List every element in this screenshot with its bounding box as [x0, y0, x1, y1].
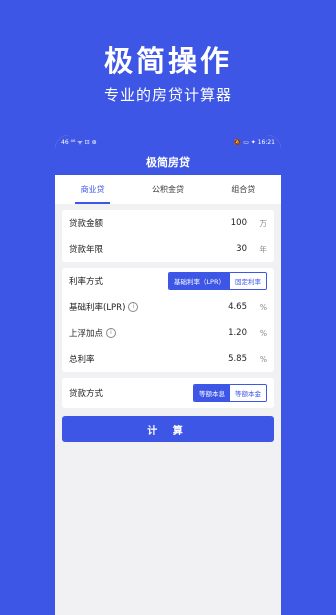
hero-subtitle: 专业的房贷计算器 [103, 86, 232, 104]
total-rate-row: 总利率 5.85 % [69, 346, 267, 372]
loan-amount-label: 贷款金额 [69, 219, 104, 229]
base-rate-row[interactable]: 基础利率(LPR) i 4.65 % [69, 294, 267, 320]
repay-mode-label: 贷款方式 [69, 389, 104, 399]
tab-provident[interactable]: 公积金贷 [130, 175, 205, 204]
calculate-button[interactable]: 计 算 [62, 416, 274, 442]
base-rate-value[interactable]: 4.65 [228, 302, 247, 312]
hero-title: 极简操作 [103, 44, 232, 78]
total-rate-label: 总利率 [69, 355, 95, 365]
app-title: 极简房贷 [55, 149, 281, 175]
repay-mode-toggle: 等额本息 等额本金 [193, 384, 267, 402]
status-right: 🔕 ▭ ✦ 16:21 [233, 138, 275, 146]
loan-amount-row[interactable]: 贷款金额 100 万 [69, 210, 267, 236]
tab-combined[interactable]: 组合贷 [206, 175, 281, 204]
rate-mode-fixed-button[interactable]: 固定利率 [230, 273, 266, 289]
rate-mode-row: 利率方式 基础利率（LPR） 固定利率 [69, 268, 267, 294]
base-rate-label: 基础利率(LPR) [69, 303, 126, 313]
base-rate-unit: % [259, 302, 267, 312]
rate-card: 利率方式 基础利率（LPR） 固定利率 基础利率(LPR) i 4.65 % 上… [62, 268, 274, 372]
total-rate-value: 5.85 [228, 354, 247, 364]
total-rate-unit: % [259, 354, 267, 364]
float-rate-unit: % [259, 328, 267, 338]
loan-type-tabs: 商业贷 公积金贷 组合贷 [55, 175, 281, 204]
tab-commercial[interactable]: 商业贷 [55, 175, 130, 204]
loan-years-input[interactable]: 30 [236, 244, 247, 254]
loan-years-label: 贷款年限 [69, 245, 104, 255]
phone-frame: 46 ⁴⁶ ᯤ ⊡ ⊛ 🔕 ▭ ✦ 16:21 极简房贷 商业贷 公积金贷 组合… [55, 135, 281, 615]
loan-years-unit: 年 [259, 244, 268, 254]
repay-equal-principal-button[interactable]: 等额本金 [230, 385, 266, 401]
info-icon[interactable]: i [106, 328, 117, 338]
float-rate-row[interactable]: 上浮加点 i 1.20 % [69, 320, 267, 346]
repay-equal-installment-button[interactable]: 等额本息 [194, 385, 230, 401]
status-left: 46 ⁴⁶ ᯤ ⊡ ⊛ [61, 139, 97, 146]
float-rate-value[interactable]: 1.20 [228, 328, 247, 338]
repay-mode-row: 贷款方式 等额本息 等额本金 [69, 378, 267, 408]
rate-mode-toggle: 基础利率（LPR） 固定利率 [167, 272, 267, 290]
loan-amount-unit: 万 [259, 218, 268, 228]
status-bar: 46 ⁴⁶ ᯤ ⊡ ⊛ 🔕 ▭ ✦ 16:21 [55, 135, 281, 149]
loan-amount-input[interactable]: 100 [231, 218, 247, 228]
rate-mode-label: 利率方式 [69, 277, 104, 287]
loan-years-row[interactable]: 贷款年限 30 年 [69, 236, 267, 262]
rate-mode-lpr-button[interactable]: 基础利率（LPR） [168, 273, 230, 289]
loan-card: 贷款金额 100 万 贷款年限 30 年 [62, 210, 274, 262]
float-rate-label: 上浮加点 [69, 329, 104, 339]
info-icon[interactable]: i [128, 302, 139, 312]
repay-card: 贷款方式 等额本息 等额本金 [62, 378, 274, 408]
